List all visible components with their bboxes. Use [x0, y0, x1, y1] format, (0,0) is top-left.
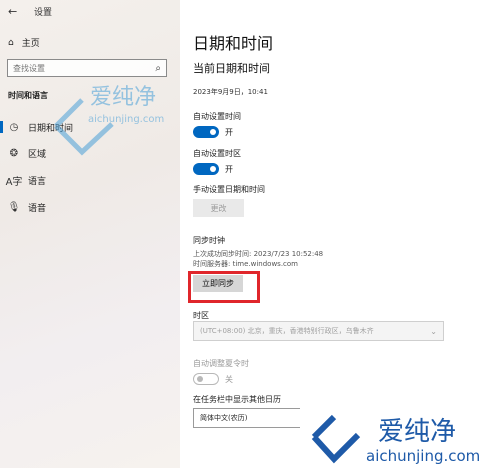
highlight-box [188, 271, 260, 303]
back-arrow-icon[interactable]: ← [8, 5, 17, 18]
watermark-logo-large: 爱纯净 aichunjing.com [300, 407, 500, 468]
globe-icon: ❂ [9, 147, 19, 159]
dst-label: 自动调整夏令时 [193, 359, 249, 368]
watermark-text-large: 爱纯净 [378, 417, 456, 447]
sync-clock-label: 同步时钟 [193, 236, 225, 245]
sidebar-item-label: 语音 [28, 203, 47, 214]
main-panel: 日期和时间 当前日期和时间 2023年9月9日，10:41 自动设置时间 开 自… [180, 0, 500, 468]
page-title: 日期和时间 [193, 34, 274, 53]
sidebar: ← 设置 ⌂ 主页 ⌕ 时间和语言 ◷ 日期和时间 ❂ 区域 A字 语言 🎙 语… [0, 0, 180, 468]
watermark-logo: 爱纯净 aichunjing.com [54, 85, 164, 156]
window-title: 设置 [34, 8, 53, 18]
language-icon: A字 [5, 176, 23, 188]
last-sync-text: 上次成功同步时间: 2023/7/23 10:52:48 [193, 250, 324, 258]
clock-calendar-icon: ◷ [9, 121, 19, 133]
time-server-text: 时间服务器: time.windows.com [193, 260, 299, 268]
dst-state: 关 [225, 375, 233, 384]
dst-toggle[interactable] [193, 373, 219, 385]
watermark-url: aichunjing.com [88, 114, 164, 125]
home-icon: ⌂ [8, 37, 14, 48]
home-label: 主页 [21, 39, 40, 49]
timezone-value: (UTC+08:00) 北京，重庆，香港特别行政区，乌鲁木齐 [200, 327, 374, 335]
sidebar-home[interactable]: ⌂ 主页 [8, 36, 40, 50]
sidebar-item-label: 语言 [28, 176, 47, 187]
watermark-text: 爱纯净 [90, 85, 156, 110]
current-datetime: 2023年9月9日，10:41 [193, 88, 268, 96]
section-title: 当前日期和时间 [193, 62, 270, 75]
auto-time-label: 自动设置时间 [193, 112, 241, 121]
watermark-url-large: aichunjing.com [366, 447, 480, 465]
calendar-select[interactable]: 简体中文(农历) [193, 408, 313, 428]
auto-time-state: 开 [225, 128, 233, 137]
chevron-down-icon: ⌄ [430, 326, 437, 336]
auto-timezone-state: 开 [225, 165, 233, 174]
change-button[interactable]: 更改 [193, 199, 244, 217]
auto-timezone-toggle[interactable] [193, 163, 219, 175]
microphone-icon: 🎙 [7, 201, 21, 213]
auto-time-toggle[interactable] [193, 126, 219, 138]
timezone-label: 时区 [193, 311, 209, 320]
calendar-label: 在任务栏中显示其他日历 [193, 395, 281, 404]
sidebar-item-speech[interactable]: 🎙 语音 [0, 196, 180, 218]
auto-timezone-label: 自动设置时区 [193, 149, 241, 158]
timezone-select[interactable]: (UTC+08:00) 北京，重庆，香港特别行政区，乌鲁木齐 ⌄ [193, 321, 444, 341]
calendar-value: 简体中文(农历) [200, 414, 248, 422]
manual-time-label: 手动设置日期和时间 [193, 185, 265, 194]
